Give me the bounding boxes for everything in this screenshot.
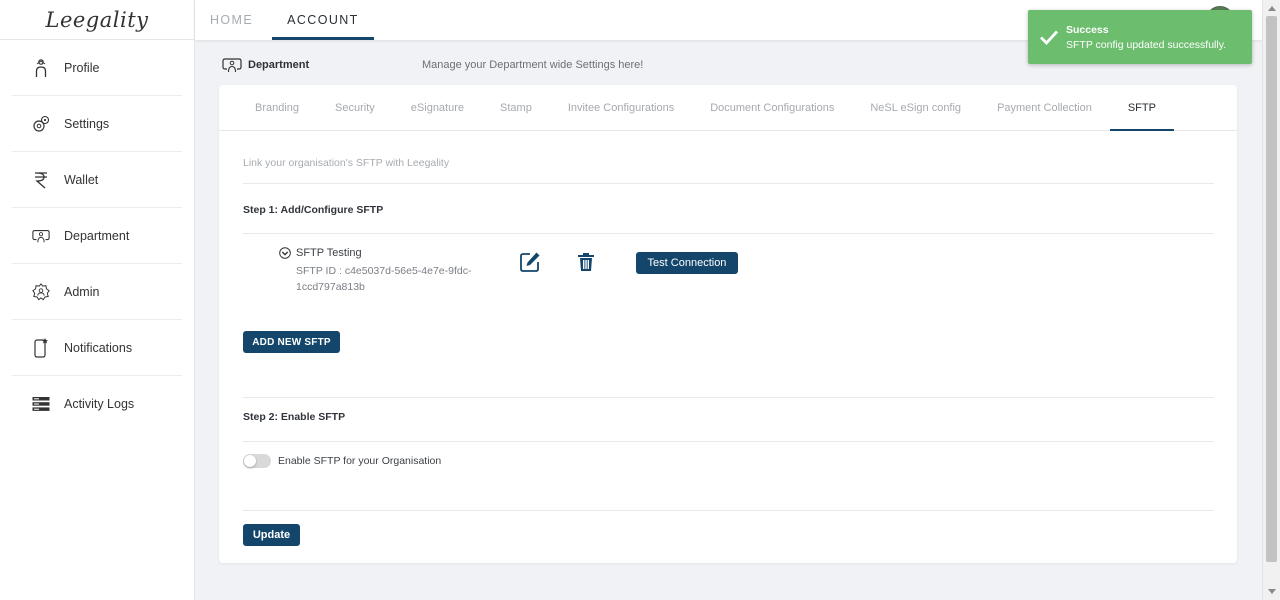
toast-message: SFTP config updated successfully. — [1066, 38, 1227, 51]
edit-icon[interactable] — [519, 251, 541, 273]
sidebar-item-profile[interactable]: Profile — [12, 40, 182, 96]
page-subtitle: Manage your Department wide Settings her… — [422, 59, 644, 71]
sidebar-item-activity-logs[interactable]: Activity Logs — [12, 376, 182, 432]
sidebar-item-settings[interactable]: Settings — [12, 96, 182, 152]
toast-title: Success — [1066, 23, 1109, 36]
settings-card: Branding Security eSignature Stamp Invit… — [219, 85, 1237, 563]
divider — [243, 233, 1214, 234]
tab-nesl-esign-config[interactable]: NeSL eSign config — [852, 85, 979, 131]
divider — [243, 441, 1214, 442]
tab-sftp[interactable]: SFTP — [1109, 85, 1175, 131]
divider — [243, 510, 1214, 511]
logo-area: Leegality — [0, 0, 194, 40]
checkmark-icon — [1038, 26, 1060, 48]
page-header: Department Manage your Department wide S… — [222, 56, 643, 74]
sidebar-item-department[interactable]: Department — [12, 208, 182, 264]
divider — [243, 183, 1214, 184]
department-icon — [32, 225, 50, 247]
settings-tabs: Branding Security eSignature Stamp Invit… — [219, 85, 1237, 131]
test-connection-button[interactable]: Test Connection — [636, 252, 738, 274]
tab-branding[interactable]: Branding — [237, 85, 317, 131]
tab-security[interactable]: Security — [317, 85, 393, 131]
sidebar-item-label: Admin — [64, 284, 100, 299]
scroll-down-icon[interactable] — [1268, 589, 1276, 594]
top-tab-home[interactable]: HOME — [195, 0, 268, 40]
sidebar-item-label: Profile — [64, 60, 100, 75]
sftp-name: SFTP Testing — [296, 247, 362, 259]
divider — [243, 397, 1214, 398]
sidebar-item-admin[interactable]: Admin — [12, 264, 182, 320]
page-scrollbar[interactable] — [1262, 0, 1280, 600]
page-title: Department — [248, 59, 310, 71]
tab-payment-collection[interactable]: Payment Collection — [979, 85, 1110, 131]
activity-logs-icon — [32, 393, 50, 415]
tab-stamp[interactable]: Stamp — [482, 85, 550, 131]
admin-icon — [32, 281, 50, 303]
step2-title: Step 2: Enable SFTP — [243, 411, 346, 423]
enable-sftp-toggle[interactable] — [243, 454, 271, 468]
scrollbar-thumb[interactable] — [1266, 16, 1277, 562]
trash-icon[interactable] — [577, 252, 595, 272]
sftp-intro-text: Link your organisation's SFTP with Leega… — [243, 157, 450, 169]
sidebar-item-label: Wallet — [64, 172, 99, 187]
top-tab-account[interactable]: ACCOUNT — [272, 0, 374, 40]
tab-document-configurations[interactable]: Document Configurations — [692, 85, 852, 131]
sidebar-item-notifications[interactable]: Notifications — [12, 320, 182, 376]
step1-title: Step 1: Add/Configure SFTP — [243, 204, 384, 216]
sidebar-nav: Profile Settings Wallet Department Admin — [0, 40, 194, 432]
sidebar-item-label: Department — [64, 228, 130, 243]
sidebar-item-label: Notifications — [64, 340, 133, 355]
sidebar-item-label: Activity Logs — [64, 397, 135, 411]
add-new-sftp-button[interactable]: ADD NEW SFTP — [243, 331, 340, 353]
brand-logo[interactable]: Leegality — [46, 8, 149, 32]
rupee-icon — [32, 169, 50, 191]
sftp-entry: SFTP Testing SFTP ID : c4e5037d-56e5-4e7… — [279, 247, 479, 295]
toast-content: Success SFTP config updated successfully… — [1066, 24, 1226, 51]
check-circle-icon[interactable] — [279, 247, 291, 259]
sidebar-item-label: Settings — [64, 116, 110, 131]
sidebar-item-wallet[interactable]: Wallet — [12, 152, 182, 208]
sftp-id-line: 1ccd797a813b — [296, 281, 365, 293]
sftp-id: SFTP ID : c4e5037d-56e5-4e7e-9fdc- 1ccd7… — [296, 263, 479, 295]
enable-sftp-row: Enable SFTP for your Organisation — [243, 454, 441, 468]
sftp-id-line: SFTP ID : c4e5037d-56e5-4e7e-9fdc- — [296, 265, 472, 277]
scroll-up-icon[interactable] — [1268, 6, 1276, 11]
profile-icon — [32, 57, 50, 79]
success-toast[interactable]: Success SFTP config updated successfully… — [1028, 10, 1252, 64]
department-icon — [222, 57, 242, 73]
tab-esignature[interactable]: eSignature — [393, 85, 482, 131]
settings-icon — [32, 113, 50, 135]
enable-sftp-label: Enable SFTP for your Organisation — [278, 455, 442, 467]
update-button[interactable]: Update — [243, 524, 300, 546]
notification-icon — [32, 337, 50, 359]
sidebar: Leegality Profile Settings Wallet Depart… — [0, 0, 195, 600]
tab-invitee-configurations[interactable]: Invitee Configurations — [550, 85, 692, 131]
